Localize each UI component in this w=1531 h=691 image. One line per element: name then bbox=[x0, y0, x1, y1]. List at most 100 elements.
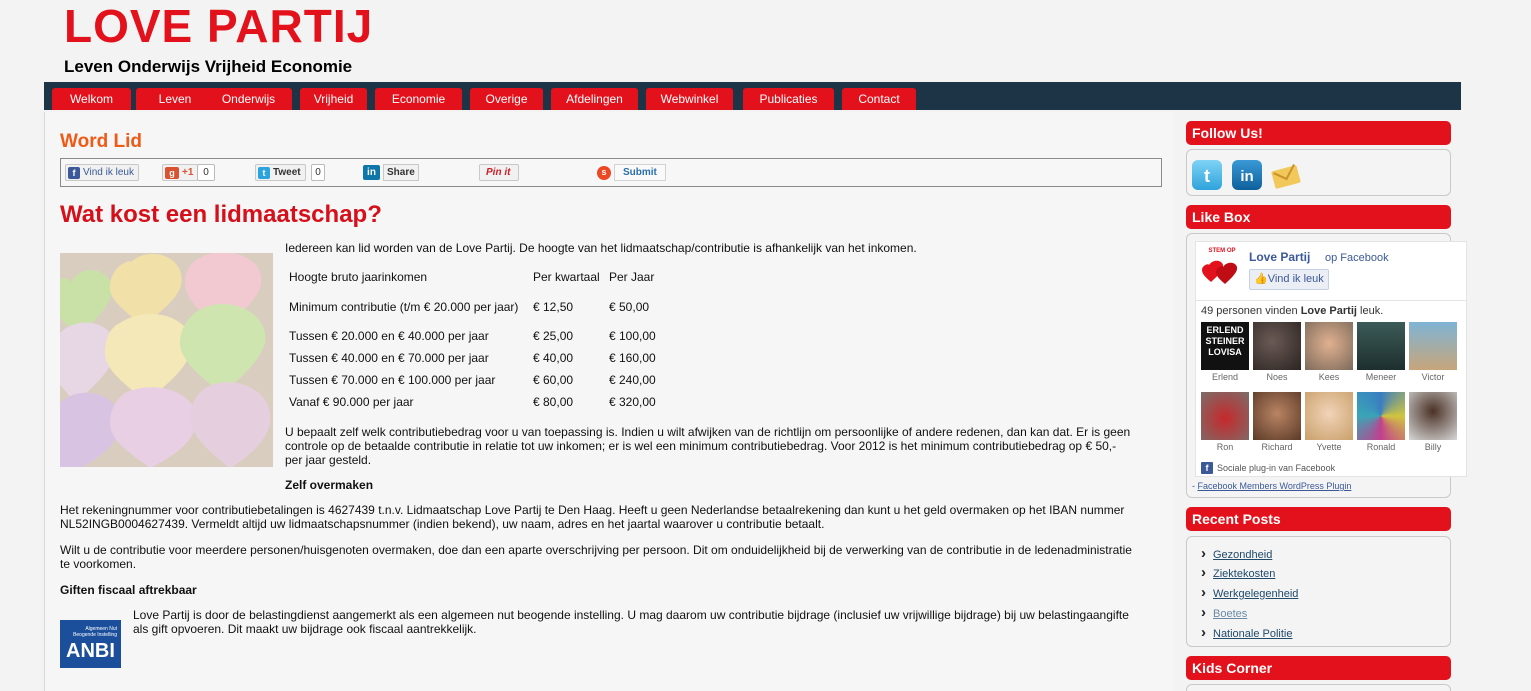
stumbleupon-submit-button[interactable]: s Submit bbox=[595, 164, 670, 181]
facebook-like-button[interactable]: f Vind ik leuk bbox=[65, 164, 139, 181]
table-header: Per kwartaal bbox=[533, 270, 600, 284]
thumbs-up-icon: 👍 bbox=[1254, 273, 1268, 285]
gplus-label: +1 bbox=[182, 167, 194, 178]
table-row: Vanaf € 90.000 per jaar € 80,00 € 320,00 bbox=[285, 391, 660, 413]
nav-item-welkom[interactable]: Welkom bbox=[52, 88, 131, 110]
table-row: Tussen € 20.000 en € 40.000 per jaar € 2… bbox=[285, 325, 660, 347]
email-envelope-icon[interactable] bbox=[1271, 160, 1301, 190]
site-title[interactable]: LOVE PARTIJ bbox=[64, 2, 373, 50]
tweet-count: 0 bbox=[311, 164, 325, 181]
fan-name: Yvette bbox=[1316, 442, 1342, 452]
fan-photo bbox=[1357, 322, 1405, 370]
fb-like-page-button[interactable]: 👍Vind ik leuk bbox=[1249, 269, 1329, 290]
gplus-count: 0 bbox=[197, 164, 215, 181]
main-navigation: Welkom Leven Onderwijs Vrijheid Economie… bbox=[44, 82, 1461, 110]
fb-plugin-text[interactable]: Sociale plug-in van Facebook bbox=[1217, 462, 1335, 474]
like-box-title: Like Box bbox=[1186, 205, 1451, 229]
nav-item-economie[interactable]: Economie bbox=[375, 88, 462, 110]
tweet-button[interactable]: t Tweet bbox=[255, 164, 306, 181]
contribution-paragraph-line: U bepaalt zelf welk contributiebedrag vo… bbox=[285, 425, 1131, 439]
fan-item[interactable]: Ronald bbox=[1357, 392, 1405, 454]
candy-hearts-image bbox=[60, 253, 273, 467]
table-cell: Tussen € 40.000 en € 70.000 per jaar bbox=[289, 351, 489, 365]
follow-us-title: Follow Us! bbox=[1186, 121, 1451, 145]
kids-corner-title: Kids Corner bbox=[1186, 656, 1451, 680]
recent-post-link[interactable]: Gezondheid bbox=[1201, 546, 1272, 562]
site-tagline: Leven Onderwijs Vrijheid Economie bbox=[64, 57, 353, 76]
multiple-persons-paragraph-line: Wilt u de contributie voor meerdere pers… bbox=[60, 543, 1132, 557]
table-cell: Vanaf € 90.000 per jaar bbox=[289, 395, 414, 409]
fan-name: Victor bbox=[1421, 372, 1445, 382]
fb-plugin-link-row: - Facebook Members WordPress Plugin bbox=[1192, 481, 1352, 491]
fan-item[interactable]: Victor bbox=[1409, 322, 1457, 384]
fb-on-facebook: op Facebook bbox=[1325, 252, 1389, 264]
table-cell: € 240,00 bbox=[609, 373, 656, 387]
twitter-bird-icon: t bbox=[258, 166, 270, 179]
table-cell: € 25,00 bbox=[533, 329, 574, 343]
fan-item[interactable]: Ron bbox=[1201, 392, 1249, 454]
recent-post-link[interactable]: Nationale Politie bbox=[1201, 625, 1292, 641]
tweet-label: Tweet bbox=[273, 167, 301, 178]
nav-item-overige[interactable]: Overige bbox=[470, 88, 543, 110]
stumbleupon-icon: s bbox=[597, 165, 611, 180]
account-paragraph-line: Het rekeningnummer voor contributiebetal… bbox=[60, 503, 1125, 517]
fb-plugin-link[interactable]: Facebook Members WordPress Plugin bbox=[1198, 481, 1352, 491]
nav-item-vrijheid[interactable]: Vrijheid bbox=[300, 88, 367, 110]
fan-item[interactable]: Noes bbox=[1253, 322, 1301, 384]
table-cell: € 40,00 bbox=[533, 351, 574, 365]
fan-photo: ERLEND STEINER LOVISA bbox=[1201, 322, 1249, 370]
fan-photo bbox=[1409, 392, 1457, 440]
linkedin-icon[interactable]: in bbox=[1232, 160, 1262, 190]
twitter-icon[interactable]: t bbox=[1192, 160, 1222, 190]
svg-text:in: in bbox=[1240, 168, 1253, 185]
anbi-logo: Algemeen Nut Beogende Instelling ANBI bbox=[60, 620, 121, 668]
multiple-persons-paragraph-line: te voorkomen. bbox=[60, 557, 137, 571]
linkedin-icon: in bbox=[363, 165, 380, 180]
linkedin-share-button[interactable]: in Share bbox=[361, 164, 423, 181]
recent-post-link[interactable]: Boetes bbox=[1201, 605, 1247, 621]
recent-post-link[interactable]: Ziektekosten bbox=[1201, 565, 1275, 581]
fb-social-plugin-footer: f Sociale plug-in van Facebook bbox=[1201, 462, 1335, 474]
table-header-row: Hoogte bruto jaarinkomen Per kwartaal Pe… bbox=[285, 266, 660, 288]
gplus-icon: g bbox=[165, 166, 179, 179]
gplus-button[interactable]: g +1 bbox=[162, 164, 199, 181]
fan-item[interactable]: Yvette bbox=[1305, 392, 1353, 454]
nav-item-webwinkel[interactable]: Webwinkel bbox=[646, 88, 733, 110]
table-row: Minimum contributie (t/m € 20.000 per ja… bbox=[285, 288, 660, 325]
love-partij-avatar[interactable]: STEM OP bbox=[1201, 248, 1243, 290]
contribution-paragraph-line: per jaar gesteld. bbox=[285, 453, 372, 467]
recent-post-link[interactable]: Werkgelegenheid bbox=[1201, 585, 1298, 601]
fan-photo bbox=[1305, 322, 1353, 370]
facebook-icon: f bbox=[1201, 462, 1213, 474]
fb-page-name[interactable]: Love Partij bbox=[1249, 249, 1310, 265]
fan-item[interactable]: Meneer bbox=[1357, 322, 1405, 384]
nav-item-leven[interactable]: Leven bbox=[136, 88, 214, 110]
fb-like-count: 49 personen vinden Love Partij leuk. bbox=[1201, 304, 1383, 318]
fan-item[interactable]: ERLEND STEINER LOVISA Erlend bbox=[1201, 322, 1249, 384]
share-bar: f Vind ik leuk g +1 0 t Tweet 0 in Share… bbox=[60, 158, 1162, 187]
table-cell: Minimum contributie (t/m € 20.000 per ja… bbox=[289, 299, 519, 314]
nav-item-contact[interactable]: Contact bbox=[842, 88, 916, 110]
avatar-text: STEM OP bbox=[1208, 248, 1236, 254]
fan-photo bbox=[1253, 392, 1301, 440]
recent-posts-title: Recent Posts bbox=[1186, 507, 1451, 531]
page-heading: Wat kost een lidmaatschap? bbox=[60, 201, 382, 228]
nav-item-publicaties[interactable]: Publicaties bbox=[743, 88, 834, 110]
nav-item-afdelingen[interactable]: Afdelingen bbox=[551, 88, 638, 110]
pinterest-button[interactable]: Pin it bbox=[479, 164, 520, 181]
fan-photo bbox=[1305, 392, 1353, 440]
nav-item-onderwijs[interactable]: Onderwijs bbox=[205, 88, 292, 110]
fan-item[interactable]: Richard bbox=[1253, 392, 1301, 454]
table-row: Tussen € 70.000 en € 100.000 per jaar € … bbox=[285, 369, 660, 391]
fan-name: Richard bbox=[1261, 442, 1293, 452]
fan-name: Billy bbox=[1424, 442, 1442, 452]
table-cell: € 50,00 bbox=[609, 299, 650, 314]
linkedin-label: Share bbox=[383, 164, 419, 181]
giften-heading: Giften fiscaal aftrekbaar bbox=[60, 583, 197, 597]
fan-item[interactable]: Kees bbox=[1305, 322, 1353, 384]
table-header: Per Jaar bbox=[609, 270, 655, 284]
table-row: Tussen € 40.000 en € 70.000 per jaar € 4… bbox=[285, 347, 660, 369]
fan-item[interactable]: Billy bbox=[1409, 392, 1457, 454]
fan-photo bbox=[1409, 322, 1457, 370]
anbi-paragraph-line: als gift opvoeren. Dit maakt uw bijdrage… bbox=[133, 622, 477, 636]
